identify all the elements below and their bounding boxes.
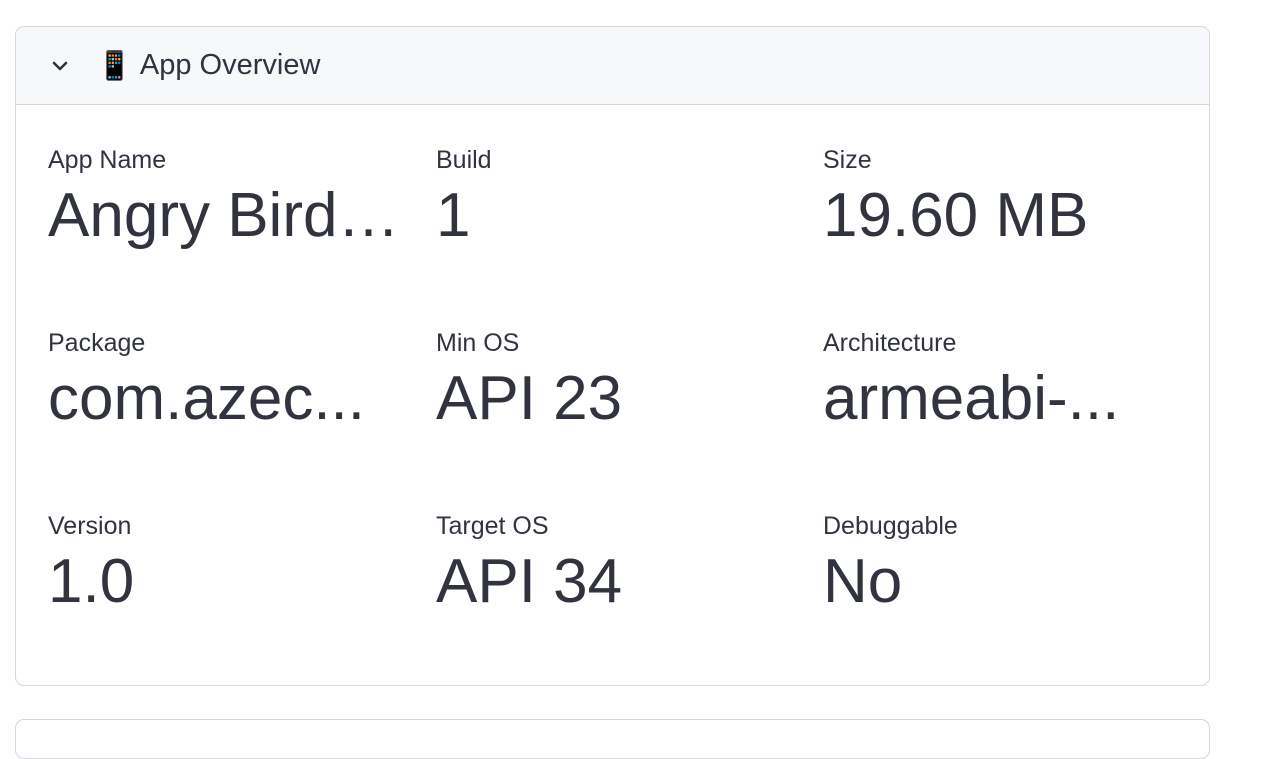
metric-label: Min OS [436, 329, 520, 357]
metric-value: 19.60 MB [823, 181, 1089, 250]
metric-value: com.azec... [48, 364, 365, 433]
next-expander[interactable] [15, 719, 1210, 759]
metric-value: Angry Birds 2 [48, 181, 403, 250]
metric-label: Target OS [436, 512, 549, 540]
metric-label: Debuggable [823, 512, 958, 540]
metric-version: Version 1.0 [48, 511, 403, 619]
metric-label: Build [436, 146, 492, 174]
metric-package: Package com.azec... [48, 328, 403, 436]
metric-target-os: Target OS API 34 [436, 511, 791, 619]
metric-build: Build 1 [436, 145, 791, 253]
metric-value: 1 [436, 181, 471, 250]
metric-value: armeabi-... [823, 364, 1120, 433]
metric-app-name: App Name Angry Birds 2 [48, 145, 403, 253]
metric-value: 1.0 [48, 547, 135, 616]
metric-label: Architecture [823, 329, 957, 357]
metric-value: API 23 [436, 364, 623, 433]
metric-label: Size [823, 146, 872, 174]
app-overview-expander-header[interactable]: 📱 App Overview [16, 27, 1209, 105]
chevron-down-icon[interactable] [49, 55, 71, 77]
expander-title: App Overview [139, 49, 321, 81]
metric-size: Size 19.60 MB [823, 145, 1178, 253]
app-overview-expander: 📱 App Overview App Name Angry Birds 2 Bu… [15, 26, 1210, 686]
metric-min-os: Min OS API 23 [436, 328, 791, 436]
metric-value: No [823, 547, 903, 616]
metric-label: App Name [48, 146, 167, 174]
metric-label: Version [48, 512, 132, 540]
metric-architecture: Architecture armeabi-... [823, 328, 1178, 436]
metric-debuggable: Debuggable No [823, 511, 1178, 619]
metric-label: Package [48, 329, 146, 357]
metric-value: API 34 [436, 547, 623, 616]
mobile-phone-icon: 📱 [97, 48, 132, 82]
